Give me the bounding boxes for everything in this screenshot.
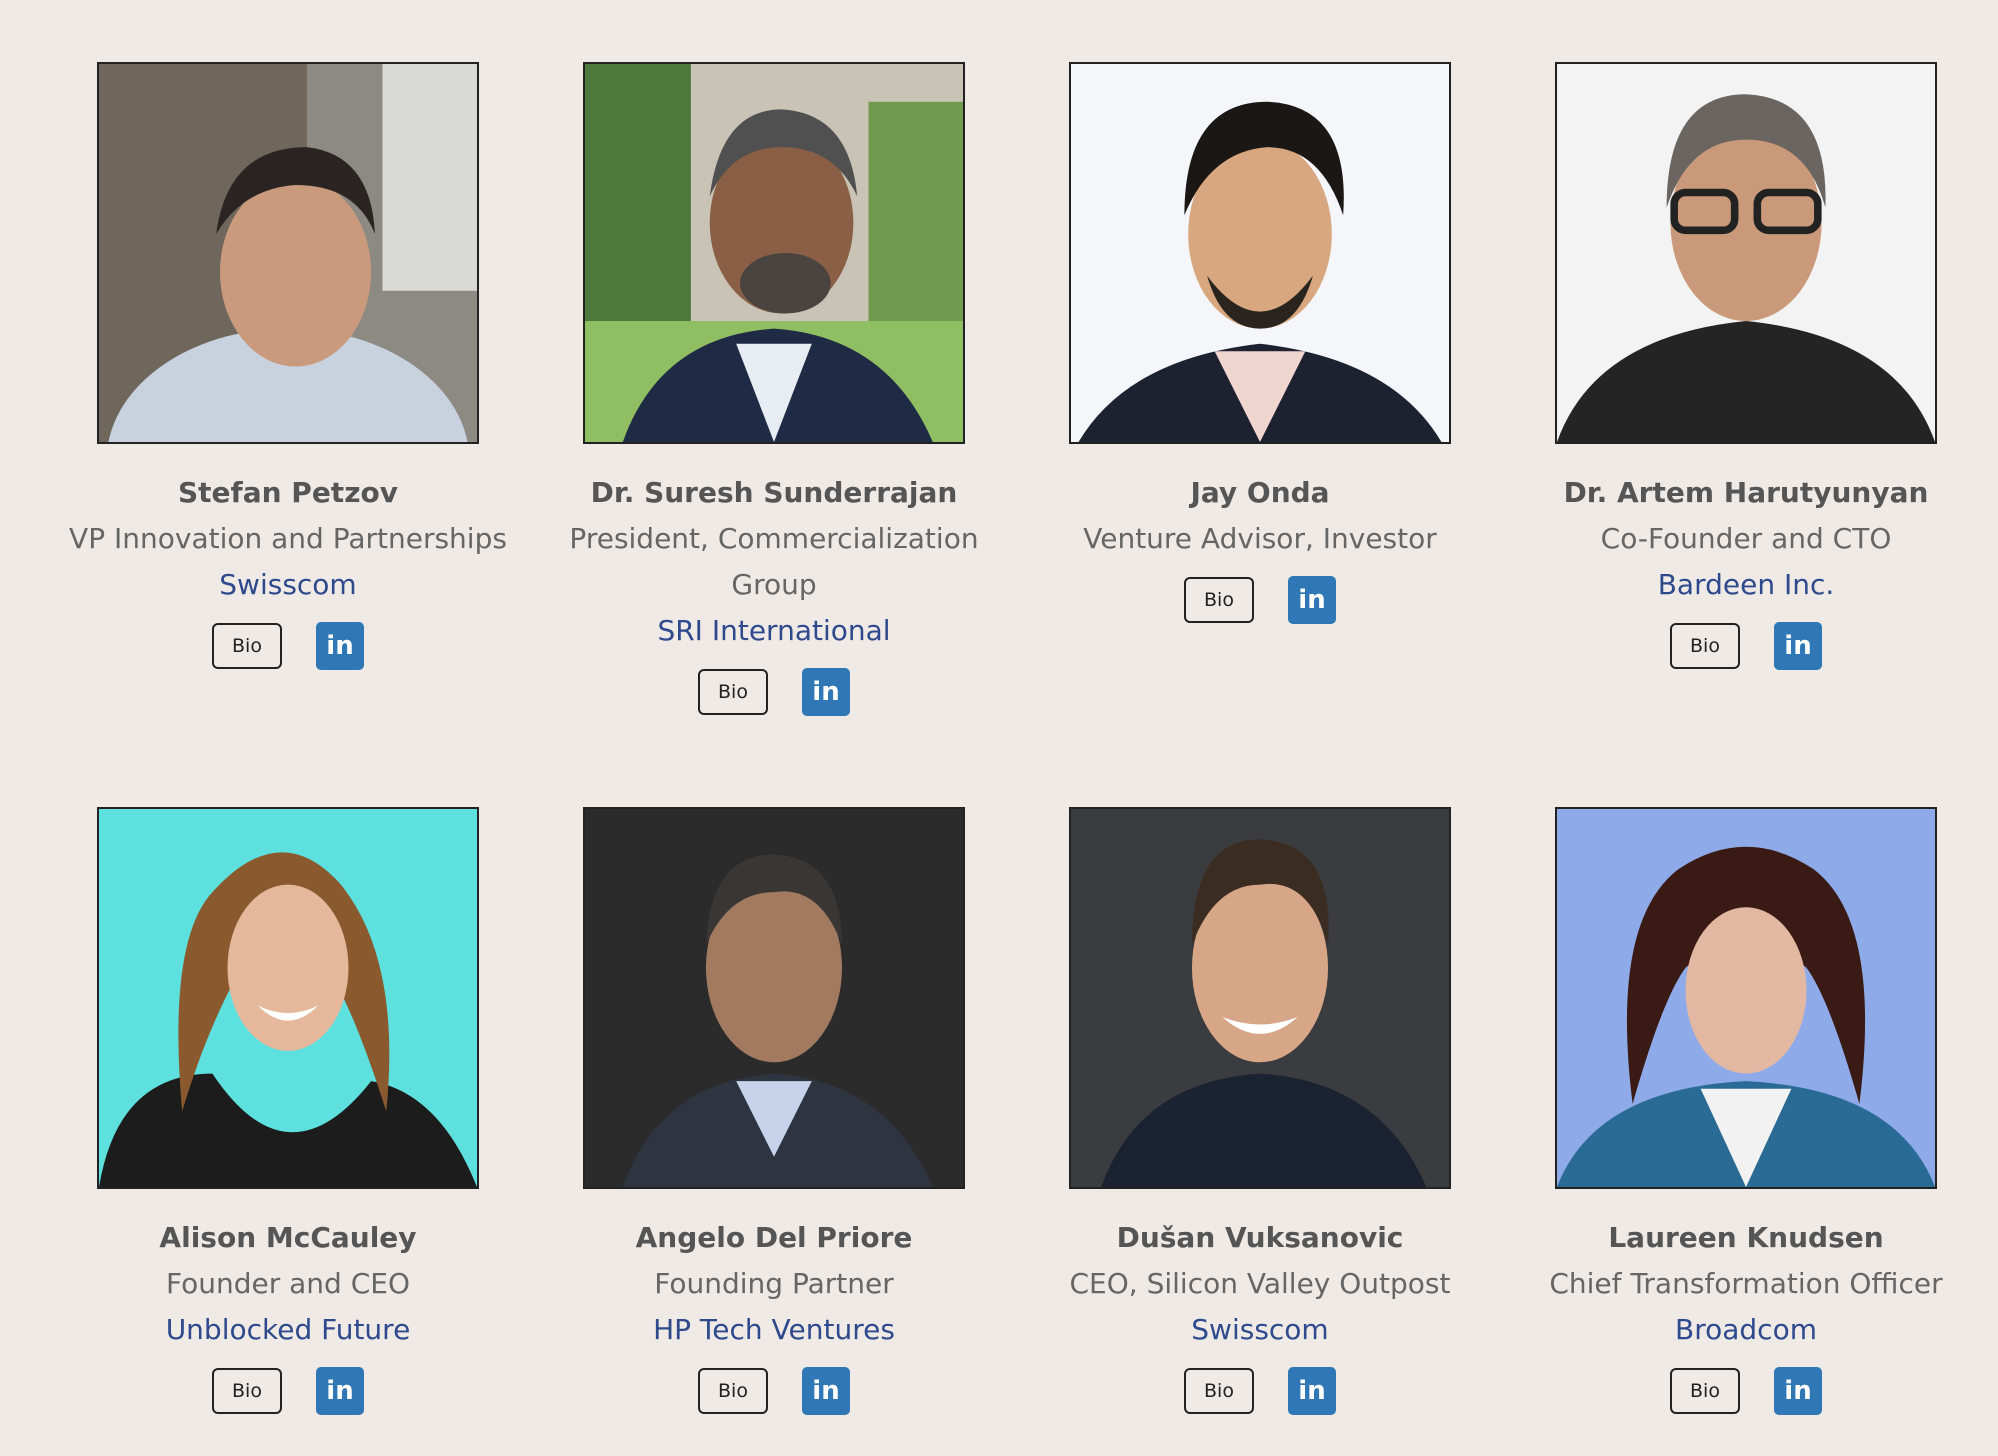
bio-button[interactable]: Bio bbox=[1670, 1368, 1740, 1414]
speaker-name: Dr. Artem Harutyunyan bbox=[1563, 476, 1929, 509]
speaker-grid: Stefan Petzov VP Innovation and Partners… bbox=[0, 0, 1998, 1456]
speaker-photo bbox=[583, 807, 965, 1189]
speaker-name: Dr. Suresh Sunderrajan bbox=[590, 476, 958, 509]
bio-button[interactable]: Bio bbox=[1670, 623, 1740, 669]
linkedin-icon[interactable]: in bbox=[1774, 622, 1822, 670]
speaker-title: Venture Advisor, Investor bbox=[1083, 522, 1437, 555]
speaker-photo bbox=[97, 62, 479, 444]
speaker-card: Dr. Artem Harutyunyan Co-Founder and CTO… bbox=[1503, 62, 1989, 670]
linkedin-icon[interactable]: in bbox=[802, 668, 850, 716]
speaker-company-link[interactable]: SRI International bbox=[531, 608, 1017, 654]
speaker-actions: Bio in bbox=[45, 1367, 531, 1415]
linkedin-icon[interactable]: in bbox=[316, 1367, 364, 1415]
speaker-title: Founder and CEO bbox=[165, 1267, 410, 1300]
speaker-photo bbox=[1069, 62, 1451, 444]
speaker-photo bbox=[583, 62, 965, 444]
speaker-actions: Bio in bbox=[531, 668, 1017, 716]
bio-button[interactable]: Bio bbox=[1184, 577, 1254, 623]
linkedin-icon[interactable]: in bbox=[1774, 1367, 1822, 1415]
speaker-title: Co-Founder and CTO bbox=[1600, 522, 1892, 555]
speaker-name: Dušan Vuksanovic bbox=[1116, 1221, 1404, 1254]
speaker-photo bbox=[1555, 807, 1937, 1189]
speaker-photo bbox=[97, 807, 479, 1189]
speaker-company-link[interactable]: Bardeen Inc. bbox=[1503, 562, 1989, 608]
speaker-title: Chief Transformation Officer bbox=[1549, 1267, 1943, 1300]
speaker-actions: Bio in bbox=[1017, 1367, 1503, 1415]
bio-button[interactable]: Bio bbox=[212, 623, 282, 669]
speaker-card: Jay Onda Venture Advisor, Investor Bio i… bbox=[1017, 62, 1503, 624]
speaker-title: President, Commercialization Group bbox=[569, 522, 979, 601]
linkedin-icon[interactable]: in bbox=[1288, 1367, 1336, 1415]
speaker-company-link[interactable]: Swisscom bbox=[45, 562, 531, 608]
speaker-card: Dušan Vuksanovic CEO, Silicon Valley Out… bbox=[1017, 807, 1503, 1415]
linkedin-icon[interactable]: in bbox=[1288, 576, 1336, 624]
speaker-name: Angelo Del Priore bbox=[635, 1221, 913, 1254]
linkedin-icon[interactable]: in bbox=[316, 622, 364, 670]
speaker-card: Stefan Petzov VP Innovation and Partners… bbox=[45, 62, 531, 670]
speaker-title: CEO, Silicon Valley Outpost bbox=[1069, 1267, 1451, 1300]
bio-button[interactable]: Bio bbox=[698, 669, 768, 715]
speaker-photo bbox=[1555, 62, 1937, 444]
speaker-company-link[interactable]: Unblocked Future bbox=[45, 1307, 531, 1353]
speaker-card: Alison McCauley Founder and CEO Unblocke… bbox=[45, 807, 531, 1415]
speaker-actions: Bio in bbox=[1503, 1367, 1989, 1415]
speaker-company-link[interactable]: HP Tech Ventures bbox=[531, 1307, 1017, 1353]
speaker-card: Angelo Del Priore Founding Partner HP Te… bbox=[531, 807, 1017, 1415]
bio-button[interactable]: Bio bbox=[698, 1368, 768, 1414]
speaker-actions: Bio in bbox=[1503, 622, 1989, 670]
speaker-name: Jay Onda bbox=[1190, 476, 1330, 509]
speaker-title: VP Innovation and Partnerships bbox=[69, 522, 507, 555]
speaker-photo bbox=[1069, 807, 1451, 1189]
speaker-name: Stefan Petzov bbox=[178, 476, 398, 509]
speaker-actions: Bio in bbox=[1017, 576, 1503, 624]
speaker-actions: Bio in bbox=[531, 1367, 1017, 1415]
speaker-card: Dr. Suresh Sunderrajan President, Commer… bbox=[531, 62, 1017, 716]
speaker-card: Laureen Knudsen Chief Transformation Off… bbox=[1503, 807, 1989, 1415]
bio-button[interactable]: Bio bbox=[1184, 1368, 1254, 1414]
linkedin-icon[interactable]: in bbox=[802, 1367, 850, 1415]
speaker-name: Alison McCauley bbox=[159, 1221, 417, 1254]
speaker-actions: Bio in bbox=[45, 622, 531, 670]
speaker-company-link[interactable]: Swisscom bbox=[1017, 1307, 1503, 1353]
speaker-company-link[interactable]: Broadcom bbox=[1503, 1307, 1989, 1353]
speaker-name: Laureen Knudsen bbox=[1608, 1221, 1884, 1254]
speaker-title: Founding Partner bbox=[654, 1267, 894, 1300]
bio-button[interactable]: Bio bbox=[212, 1368, 282, 1414]
